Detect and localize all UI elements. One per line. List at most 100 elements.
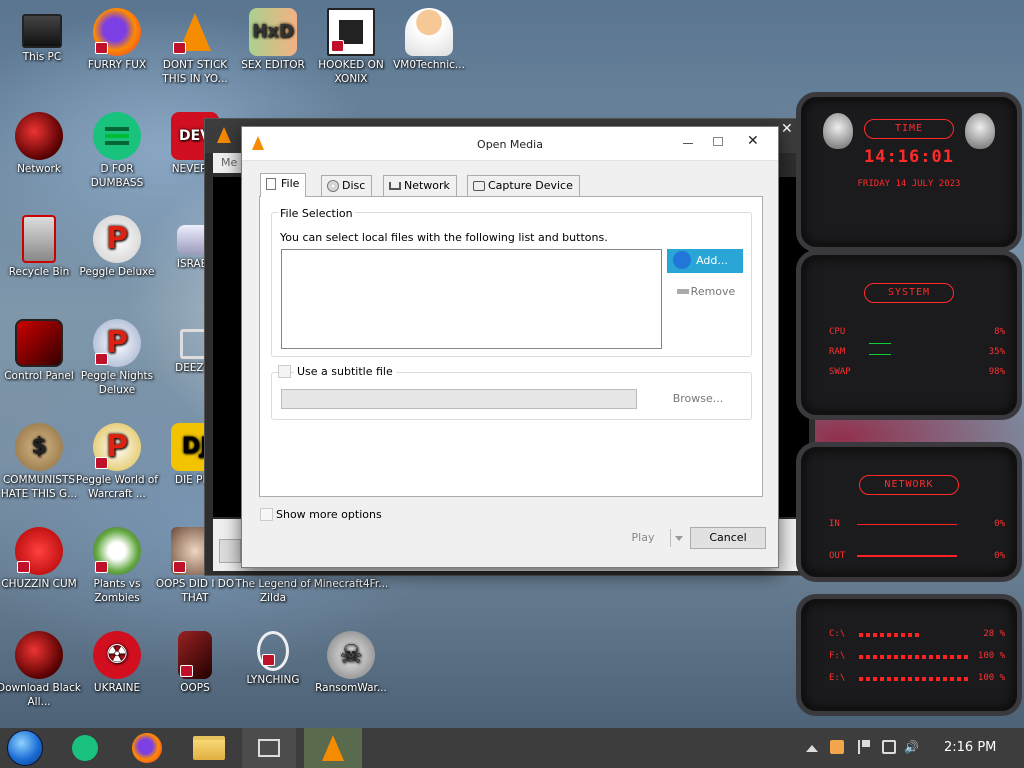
subtitle-checkbox[interactable]: [278, 365, 291, 378]
globe-icon: [15, 112, 63, 160]
file-list[interactable]: [281, 249, 662, 349]
desktop-icon-oops[interactable]: OOPS: [153, 631, 237, 695]
tab-file[interactable]: File: [260, 173, 307, 197]
remove-button[interactable]: Remove: [667, 281, 743, 303]
minimize-icon[interactable]: [683, 143, 693, 144]
desktop-icon-pvz[interactable]: Plants vs Zombies: [75, 527, 159, 605]
peggle-icon: P: [93, 215, 141, 263]
shortcut-badge-icon: [331, 40, 344, 52]
system-tray: 🔊: [800, 728, 930, 768]
subtitle-path-field[interactable]: [281, 389, 637, 409]
dialog-titlebar[interactable]: Open Media ✕: [242, 127, 778, 161]
desktop-icon-recycle-bin[interactable]: Recycle Bin: [0, 215, 81, 279]
cancel-button[interactable]: Cancel: [690, 527, 766, 549]
dialog-title: Open Media: [477, 138, 543, 151]
desktop-icon-peggle-nights[interactable]: P Peggle Nights Deluxe: [75, 319, 159, 397]
desktop-icon-sex-editor[interactable]: HxD SEX EDITOR: [231, 8, 315, 72]
show-more-options-checkbox[interactable]: [260, 508, 273, 521]
clock-time: 14:16:01: [864, 147, 954, 167]
radiation-icon: ☢: [93, 631, 141, 679]
clock-widget: TIME 14:16:01 FRIDAY 14 JULY 2023: [796, 92, 1022, 252]
desktop-icon-ukraine[interactable]: ☢ UKRAINE: [75, 631, 159, 695]
flag-icon[interactable]: [858, 740, 870, 754]
desktop-icon-furry-fux[interactable]: FURRY FUX: [75, 8, 159, 72]
system-widget-title: SYSTEM: [864, 283, 954, 303]
shortcut-badge-icon: [95, 353, 108, 365]
remove-icon: [677, 289, 689, 294]
drive-f-bar: [859, 655, 969, 659]
vlc-cone-icon: [217, 127, 231, 143]
control-panel-icon: [15, 319, 63, 367]
add-button[interactable]: Add...: [667, 249, 743, 273]
cursor-highlight-icon: [673, 251, 691, 269]
chevron-down-icon: [675, 536, 683, 541]
taskbar-docs-button[interactable]: [62, 728, 108, 768]
desktop-icon-vm0technic[interactable]: VM0Technic...: [387, 8, 471, 72]
tab-disc[interactable]: Disc: [321, 175, 373, 197]
desktop-icon-ransomware[interactable]: ☠ RansomWar...: [309, 631, 393, 695]
shortcut-badge-icon: [180, 665, 193, 677]
desktop-icon-peggle-wow[interactable]: P Peggle World of Warcraft ...: [75, 423, 159, 501]
shortcut-badge-icon: [17, 561, 30, 573]
start-button[interactable]: [2, 728, 48, 768]
swap-row: SWAP 98%: [829, 367, 1005, 377]
taskbar-clock[interactable]: 2:16 PM: [944, 740, 996, 755]
taskbar-firefox-button[interactable]: [124, 728, 170, 768]
browse-button[interactable]: Browse...: [658, 389, 738, 409]
desktop-icon-download[interactable]: Download Black All...: [0, 631, 81, 709]
clock-widget-title: TIME: [864, 119, 954, 139]
desktop-icon-peggle-deluxe[interactable]: P Peggle Deluxe: [75, 215, 159, 279]
maximize-icon[interactable]: [713, 137, 723, 146]
desktop-icon-control-panel[interactable]: Control Panel: [0, 319, 81, 383]
xonix-icon: [327, 8, 375, 56]
open-media-dialog[interactable]: Open Media ✕ File Disc Network Capture D…: [241, 126, 779, 568]
taskbar-vlc-button[interactable]: [304, 728, 362, 768]
close-icon[interactable]: ✕: [781, 121, 793, 137]
file-selection-description: You can select local files with the foll…: [280, 231, 608, 244]
start-orb-icon: [7, 730, 43, 766]
file-tab-panel: File Selection You can select local file…: [259, 196, 763, 497]
trash-icon: [22, 215, 56, 263]
firefox-icon: [132, 733, 162, 763]
close-icon[interactable]: ✕: [747, 133, 759, 149]
vlc-menu-item[interactable]: Me: [221, 156, 237, 169]
desktop-icon-this-pc[interactable]: This PC: [0, 8, 84, 64]
play-dropdown-button[interactable]: [670, 529, 686, 547]
play-button[interactable]: Play: [615, 527, 671, 549]
volume-icon[interactable]: 🔊: [904, 740, 919, 754]
desktop-icon-lynching[interactable]: LYNCHING: [231, 631, 315, 687]
desktop-icon-chuzzin[interactable]: CHUZZIN CUM: [0, 527, 81, 591]
desktop-icon-hooked-on-xonix[interactable]: HOOKED ON XONIX: [309, 8, 393, 86]
network-widget-title: NETWORK: [859, 475, 959, 495]
hxd-icon: HxD: [249, 8, 297, 56]
tab-network[interactable]: Network: [383, 175, 457, 197]
network-tray-icon[interactable]: [882, 740, 896, 754]
desktop-icon-network[interactable]: Network: [0, 112, 81, 176]
ram-row: RAM 35%: [829, 347, 1005, 357]
taskbar-explorer-button[interactable]: [186, 728, 232, 768]
shortcut-badge-icon: [173, 561, 186, 573]
window-stack-icon: [258, 739, 280, 757]
chevron-up-icon[interactable]: [806, 745, 818, 752]
vlc-play-button[interactable]: [219, 539, 241, 563]
vlc-cone-icon: [322, 735, 344, 761]
desktop-icon-d-for-dumbass[interactable]: D FOR DUMBASS: [75, 112, 159, 190]
desktop-icon-dont-stick[interactable]: DONT STICK THIS IN YO...: [153, 8, 237, 86]
skull-icon: ☠: [327, 631, 375, 679]
capture-device-icon: [473, 181, 485, 191]
tab-capture-device[interactable]: Capture Device: [467, 175, 580, 197]
alien-head-icon: [965, 113, 995, 149]
file-icon: [266, 178, 276, 190]
taskbar-task-view-button[interactable]: [242, 728, 296, 768]
dark-app-icon: [178, 631, 212, 679]
vlc-cone-icon: [171, 8, 219, 56]
cpu-row: CPU 8%: [829, 327, 1005, 337]
shortcut-badge-icon: [95, 457, 108, 469]
shortcut-badge-icon: [95, 42, 108, 54]
person-icon: [405, 8, 453, 56]
shortcut-badge-icon: [262, 654, 275, 666]
monitor-icon: [22, 14, 62, 48]
drive-c-bar: [859, 633, 919, 637]
desktop-icon-communists[interactable]: $ COMMUNISTS HATE THIS G...: [0, 423, 81, 501]
tray-app-icon[interactable]: [830, 740, 844, 754]
